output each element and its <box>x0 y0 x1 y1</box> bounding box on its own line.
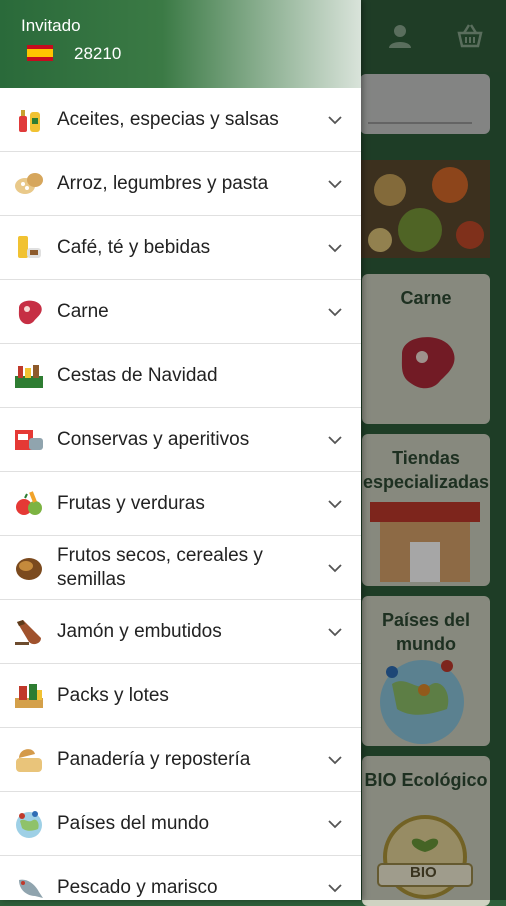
coffee-icon <box>13 232 45 264</box>
menu-item-aceites[interactable]: Aceites, especias y salsas <box>0 88 361 152</box>
category-menu: Aceites, especias y salsas Arroz, legumb… <box>0 88 361 900</box>
menu-item-label: Pescado y marisco <box>57 876 218 898</box>
menu-item-label: Carne <box>57 300 109 322</box>
menu-item-label: Países del mundo <box>57 812 210 834</box>
menu-item-label: Jamón y embutidos <box>57 620 222 642</box>
menu-item-label: Frutas y verduras <box>57 492 205 514</box>
menu-item-label: Café, té y bebidas <box>57 236 211 258</box>
pack-icon <box>13 680 45 712</box>
menu-item-carne[interactable]: Carne <box>0 280 361 344</box>
ham-icon <box>13 616 45 648</box>
menu-item-arroz[interactable]: Arroz, legumbres y pasta <box>0 152 361 216</box>
menu-item-label: Frutos secos, cereales y semillas <box>57 544 263 590</box>
chevron-down-icon[interactable] <box>327 624 343 640</box>
menu-item-packs[interactable]: Packs y lotes <box>0 664 361 728</box>
fish-icon <box>13 872 45 901</box>
canned-food-icon <box>13 424 45 456</box>
oil-bottle-icon <box>13 104 45 136</box>
menu-item-panaderia[interactable]: Panadería y repostería <box>0 728 361 792</box>
menu-item-label: Cestas de Navidad <box>57 364 218 386</box>
guest-label[interactable]: Invitado <box>21 16 81 36</box>
menu-item-jamon[interactable]: Jamón y embutidos <box>0 600 361 664</box>
menu-item-label: Panadería y repostería <box>57 748 251 770</box>
chevron-down-icon[interactable] <box>327 560 343 576</box>
menu-item-paises[interactable]: Países del mundo <box>0 792 361 856</box>
menu-item-frutas[interactable]: Frutas y verduras <box>0 472 361 536</box>
bread-icon <box>13 744 45 776</box>
postcode-label[interactable]: 28210 <box>74 44 121 64</box>
chevron-down-icon[interactable] <box>327 496 343 512</box>
menu-item-label: Arroz, legumbres y pasta <box>57 172 269 194</box>
menu-item-cafe[interactable]: Café, té y bebidas <box>0 216 361 280</box>
christmas-basket-icon <box>13 360 45 392</box>
menu-item-frutos-secos[interactable]: Frutos secos, cereales y semillas <box>0 536 361 600</box>
nut-icon <box>13 552 45 584</box>
drawer-header: Invitado 28210 <box>0 0 361 88</box>
menu-item-label: Conservas y aperitivos <box>57 428 250 450</box>
menu-item-label: Aceites, especias y salsas <box>57 108 279 130</box>
globe-icon <box>13 808 45 840</box>
menu-item-cestas[interactable]: Cestas de Navidad <box>0 344 361 408</box>
chevron-down-icon[interactable] <box>327 816 343 832</box>
navigation-drawer: Invitado 28210 Aceites, especias y salsa… <box>0 0 361 900</box>
fruit-icon <box>13 488 45 520</box>
menu-item-label: Packs y lotes <box>57 684 169 706</box>
steak-icon <box>13 296 45 328</box>
grains-icon <box>13 168 45 200</box>
chevron-down-icon[interactable] <box>327 880 343 896</box>
menu-item-pescado[interactable]: Pescado y marisco <box>0 856 361 900</box>
chevron-down-icon[interactable] <box>327 752 343 768</box>
menu-item-conservas[interactable]: Conservas y aperitivos <box>0 408 361 472</box>
chevron-down-icon[interactable] <box>327 304 343 320</box>
chevron-down-icon[interactable] <box>327 240 343 256</box>
spain-flag-icon <box>27 45 53 61</box>
chevron-down-icon[interactable] <box>327 432 343 448</box>
chevron-down-icon[interactable] <box>327 112 343 128</box>
chevron-down-icon[interactable] <box>327 176 343 192</box>
